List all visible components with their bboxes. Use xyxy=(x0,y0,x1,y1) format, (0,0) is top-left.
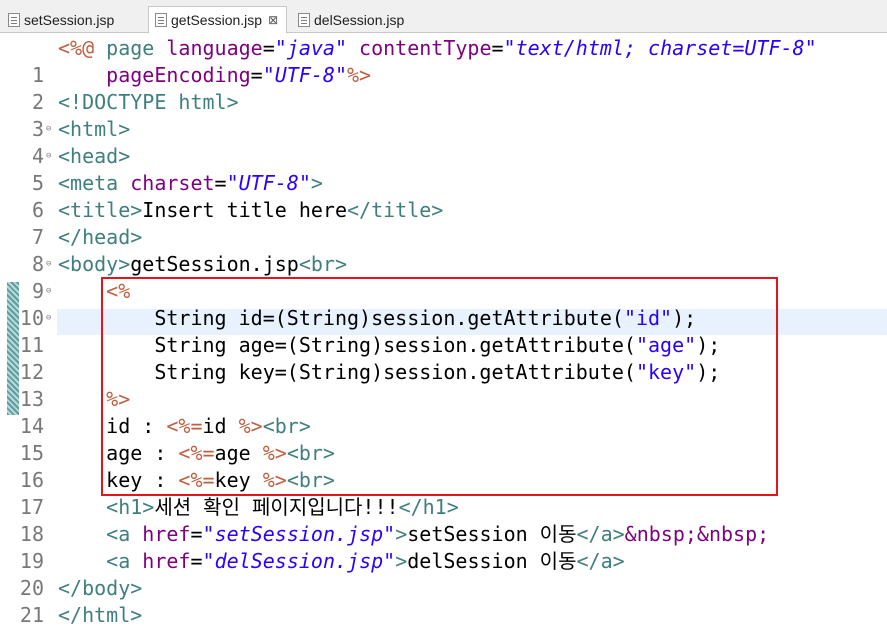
annotation-highlight-box xyxy=(101,277,778,496)
tab-setsession[interactable]: setSession.jsp xyxy=(2,6,122,33)
fold-collapse-icon[interactable]: ⊖ xyxy=(46,143,51,170)
close-tab-icon[interactable]: ⊠ xyxy=(268,14,278,26)
fold-collapse-icon[interactable]: ⊖ xyxy=(46,116,51,143)
tab-getsession[interactable]: getSession.jsp ⊠ xyxy=(148,6,288,34)
code-line-19: 19 <a href="setSession.jsp">setSession 이… xyxy=(0,521,887,573)
code-line-2: 2 pageEncoding="UTF-8"%> xyxy=(0,62,887,114)
tab-delsession[interactable]: delSession.jsp xyxy=(292,6,412,33)
code-line-21: 21 </body> xyxy=(0,575,887,627)
fold-collapse-icon[interactable]: ⊖ xyxy=(46,251,51,278)
tab-label: setSession.jsp xyxy=(24,11,115,28)
fold-collapse-icon[interactable]: ⊖ xyxy=(46,305,51,332)
code-line-3: 3 <!DOCTYPE html> xyxy=(0,89,887,141)
code-line-4: 4 ⊖ <html> xyxy=(0,116,887,168)
code-line-8: 8 </head> xyxy=(0,224,887,276)
jsp-file-icon xyxy=(298,12,310,27)
tab-label: getSession.jsp xyxy=(171,12,263,28)
fold-collapse-icon[interactable]: ⊖ xyxy=(46,278,51,305)
jsp-file-icon xyxy=(155,13,167,27)
code-line-9: 9 ⊖ <body>getSession.jsp<br> xyxy=(0,251,887,303)
code-line-22: 22 </html> xyxy=(0,602,887,631)
code-line-1: 1 <%@ page language="java" contentType="… xyxy=(0,35,887,87)
code-line-7: 7 <title>Insert title here</title> xyxy=(0,197,887,249)
jsp-file-icon xyxy=(8,12,20,27)
code-line-20: 20 <a href="delSession.jsp">delSession 이… xyxy=(0,548,887,600)
code-editor[interactable]: 1 <%@ page language="java" contentType="… xyxy=(0,34,887,631)
editor-tab-bar: setSession.jsp getSession.jsp ⊠ delSessi… xyxy=(0,0,887,34)
tab-label: delSession.jsp xyxy=(314,11,405,28)
code-line-5: 5 ⊖ <head> xyxy=(0,143,887,195)
code-line-18: 18 <h1>세션 확인 페이지입니다!!!</h1> xyxy=(0,494,887,546)
code-line-6: 6 <meta charset="UTF-8"> xyxy=(0,170,887,222)
